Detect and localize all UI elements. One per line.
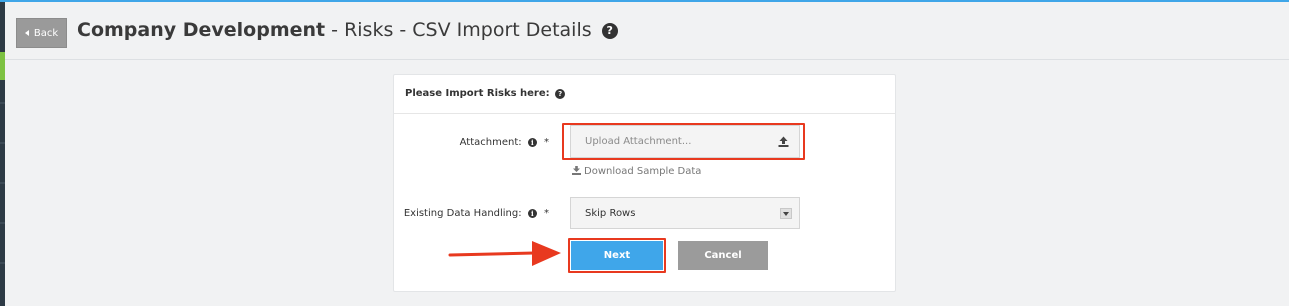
- help-icon[interactable]: ?: [601, 22, 618, 39]
- attachment-label: Attachment: i *: [459, 137, 549, 148]
- page-title-strong: Company Development: [77, 19, 326, 41]
- attachment-required-mark: *: [544, 137, 549, 148]
- page-header: Back Company Development - Risks - CSV I…: [5, 2, 1289, 60]
- back-button[interactable]: Back: [16, 18, 67, 48]
- attachment-info-icon[interactable]: i: [527, 138, 537, 147]
- cancel-button[interactable]: Cancel: [678, 241, 768, 270]
- panel-heading-text: Please Import Risks here:: [405, 88, 550, 99]
- page-title-rest: - Risks - CSV Import Details: [325, 19, 592, 41]
- annotation-arrow: [448, 241, 561, 266]
- panel-heading: Please Import Risks here: ?: [394, 75, 895, 114]
- back-label: Back: [33, 27, 59, 39]
- existing-data-label: Existing Data Handling: i *: [403, 208, 549, 219]
- page-title: Company Development - Risks - CSV Import…: [77, 19, 618, 41]
- existing-data-required-mark: *: [544, 208, 549, 219]
- existing-data-selected: Skip Rows: [585, 208, 636, 219]
- next-highlight-box: [568, 238, 666, 273]
- download-sample-text: Download Sample Data: [584, 166, 702, 177]
- select-caret-icon[interactable]: [780, 208, 792, 219]
- download-icon: [572, 166, 581, 175]
- existing-data-select[interactable]: Skip Rows: [570, 197, 800, 229]
- existing-data-info-icon[interactable]: i: [527, 209, 537, 218]
- upload-highlight-box: [562, 123, 805, 160]
- panel-help-icon[interactable]: ?: [555, 89, 566, 99]
- back-triangle-icon: [24, 30, 29, 36]
- download-sample-link[interactable]: Download Sample Data: [572, 166, 701, 177]
